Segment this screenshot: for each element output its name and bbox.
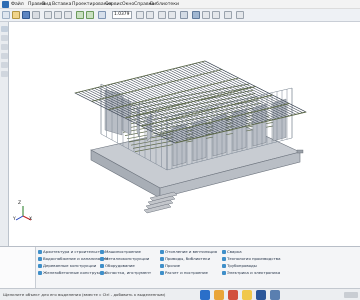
book-icon (160, 250, 164, 254)
edit-icon[interactable] (1, 35, 8, 41)
browser-icon[interactable] (214, 290, 224, 300)
zoom-field[interactable]: 1.0379 (112, 11, 132, 19)
book-icon (222, 250, 226, 254)
system-tray[interactable] (344, 292, 358, 298)
orientation-icon[interactable] (180, 11, 188, 19)
app-icon (2, 1, 9, 8)
book-icon (222, 264, 226, 268)
geometry-icon[interactable] (1, 26, 8, 32)
book-icon (160, 264, 164, 268)
open-icon[interactable] (12, 11, 20, 19)
menu-tools[interactable]: Сервис (105, 1, 122, 8)
print-icon[interactable] (32, 11, 40, 19)
menu-libraries[interactable]: Библиотеки (150, 1, 179, 8)
book-icon (38, 250, 42, 254)
axis-y-line (15, 215, 24, 221)
section-icon[interactable] (236, 11, 244, 19)
save-icon[interactable] (22, 11, 30, 19)
menu-view[interactable]: Вид (42, 1, 51, 8)
book-icon (38, 271, 42, 275)
book-icon (222, 257, 226, 261)
undo-icon[interactable] (76, 11, 84, 19)
windows-start-icon[interactable] (200, 290, 210, 300)
axis-label-x: X (29, 217, 33, 222)
zoom-in-icon[interactable] (136, 11, 144, 19)
shaded-view-icon[interactable] (192, 11, 200, 19)
compact-panel (0, 22, 9, 246)
roof-purlin (74, 60, 206, 94)
hidden-lines-icon[interactable] (212, 11, 220, 19)
menu-bar: Файл Правка Вид Вставка Проектирование С… (0, 0, 360, 9)
book-icon (100, 271, 104, 275)
new-icon[interactable] (2, 11, 10, 19)
book-icon (38, 257, 42, 261)
building-model[interactable] (9, 22, 360, 246)
redo-icon[interactable] (86, 11, 94, 19)
status-hint: Щелкните объект для его выделения (вмест… (3, 292, 166, 297)
menu-insert[interactable]: Вставка (52, 1, 71, 8)
library-tree[interactable] (0, 247, 36, 289)
wall-panel (272, 98, 287, 142)
spec-icon[interactable] (1, 62, 8, 68)
file-explorer-icon[interactable] (242, 290, 252, 300)
model-viewport[interactable]: Z X Y (9, 22, 360, 246)
book-icon (38, 264, 42, 268)
pan-icon[interactable] (168, 11, 176, 19)
toolbar: 1.0379 (0, 9, 360, 22)
status-bar: Щелкните объект для его выделения (вмест… (0, 288, 360, 300)
kompas-icon[interactable] (270, 290, 280, 300)
paste-icon[interactable] (64, 11, 72, 19)
book-icon (160, 257, 164, 261)
axis-label-z: Z (18, 201, 22, 206)
book-icon (100, 250, 104, 254)
utility-pipe (296, 149, 304, 154)
perspective-icon[interactable] (224, 11, 232, 19)
book-icon (160, 271, 164, 275)
wireframe-view-icon[interactable] (202, 11, 210, 19)
book-icon (100, 257, 104, 261)
menu-file[interactable]: Файл (11, 1, 24, 8)
book-icon (100, 264, 104, 268)
word-icon[interactable] (256, 290, 266, 300)
axis-label-y: Y (13, 217, 16, 222)
book-icon (222, 271, 226, 275)
measure-icon[interactable] (1, 44, 8, 50)
selection-icon[interactable] (1, 53, 8, 59)
library-manager: Архитектура и строительство Водоснабжени… (0, 246, 360, 289)
zoom-icon[interactable] (98, 11, 106, 19)
media-player-icon[interactable] (228, 290, 238, 300)
menu-window[interactable]: Окно (122, 1, 134, 8)
rotate-icon[interactable] (158, 11, 166, 19)
report-icon[interactable] (1, 71, 8, 77)
copy-icon[interactable] (54, 11, 62, 19)
zoom-out-icon[interactable] (146, 11, 154, 19)
cut-icon[interactable] (44, 11, 52, 19)
